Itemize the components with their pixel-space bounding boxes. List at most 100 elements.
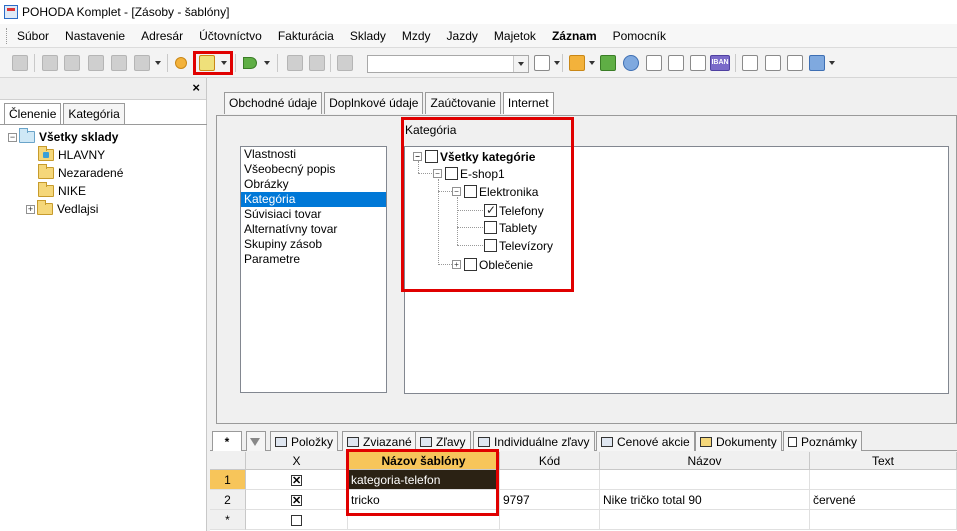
expand-icon[interactable]: + bbox=[26, 204, 35, 214]
tab-poznamky[interactable]: Poznámky bbox=[783, 431, 863, 451]
back-arrow-icon[interactable] bbox=[243, 57, 257, 69]
close-icon[interactable]: × bbox=[192, 80, 200, 95]
column-header-code[interactable]: Kód bbox=[500, 452, 600, 470]
property-vseobecny-popis[interactable]: Všeobecný popis bbox=[241, 162, 386, 177]
tree-item-nezaradene[interactable]: Nezaradené bbox=[8, 164, 123, 182]
filter-icon[interactable] bbox=[534, 55, 550, 71]
filter-tab-icon[interactable] bbox=[246, 431, 266, 451]
copy-record-icon[interactable] bbox=[64, 55, 80, 71]
tab-zauctovanie[interactable]: Zaúčtovanie bbox=[425, 92, 501, 114]
tree-item-label: Vedlajsi bbox=[57, 202, 99, 216]
folder-icon bbox=[38, 146, 54, 161]
cell-name[interactable]: Nike tričko total 90 bbox=[600, 490, 810, 510]
column-header-text[interactable]: Text bbox=[810, 452, 957, 470]
tab-clenenie[interactable]: Členenie bbox=[4, 103, 62, 125]
menu-mzdy[interactable]: Mzdy bbox=[402, 29, 431, 43]
list-icon[interactable] bbox=[742, 55, 758, 71]
menu-jazdy[interactable]: Jazdy bbox=[447, 29, 478, 43]
printer-icon[interactable] bbox=[134, 55, 150, 71]
new-record-icon[interactable] bbox=[175, 57, 187, 69]
row-checkbox-cell[interactable] bbox=[246, 510, 348, 530]
tree-item-hlavny[interactable]: HLAVNY bbox=[8, 146, 123, 164]
menu-adresar[interactable]: Adresár bbox=[141, 29, 183, 43]
euro-icon[interactable] bbox=[623, 55, 639, 71]
folder-icon[interactable] bbox=[569, 55, 585, 71]
tab-dokumenty[interactable]: Dokumenty bbox=[695, 431, 782, 451]
menu-zaznam[interactable]: Záznam bbox=[552, 29, 597, 43]
calendar-icon[interactable] bbox=[646, 55, 662, 71]
save-icon[interactable] bbox=[309, 55, 325, 71]
tree-item-vedlajsi[interactable]: + Vedlajsi bbox=[8, 200, 123, 218]
property-parametre[interactable]: Parametre bbox=[241, 252, 386, 267]
menu-uctovnictvo[interactable]: Účtovníctvo bbox=[199, 29, 262, 43]
tab-obchodne-udaje[interactable]: Obchodné údaje bbox=[224, 92, 323, 114]
menu-fakturacia[interactable]: Fakturácia bbox=[278, 29, 334, 43]
cell-name[interactable] bbox=[600, 470, 810, 490]
row-checkbox-cell[interactable] bbox=[246, 470, 348, 490]
toolbar-combo[interactable] bbox=[367, 55, 529, 73]
menu-pomocnik[interactable]: Pomocník bbox=[613, 29, 666, 43]
grid-icon bbox=[347, 436, 359, 447]
preview-icon[interactable] bbox=[88, 55, 104, 71]
column-header-name[interactable]: Názov bbox=[600, 452, 810, 470]
collapse-icon[interactable]: − bbox=[8, 132, 17, 142]
checkbox[interactable] bbox=[291, 515, 302, 527]
exit-agenda-icon[interactable] bbox=[12, 55, 28, 71]
filter-dropdown-icon[interactable] bbox=[554, 61, 560, 65]
tab-kategoria[interactable]: Kategória bbox=[63, 103, 125, 124]
property-vlastnosti[interactable]: Vlastnosti bbox=[241, 147, 386, 162]
export-icon[interactable] bbox=[111, 55, 127, 71]
tree-item-label: NIKE bbox=[58, 184, 87, 198]
property-kategoria[interactable]: Kategória bbox=[241, 192, 386, 207]
back-dropdown-icon[interactable] bbox=[264, 61, 270, 65]
cell-code[interactable] bbox=[500, 470, 600, 490]
calculator-icon[interactable] bbox=[668, 55, 684, 71]
funnel-icon bbox=[250, 437, 260, 446]
folder-dropdown-icon[interactable] bbox=[589, 61, 595, 65]
document-icon[interactable] bbox=[690, 55, 706, 71]
property-obrazky[interactable]: Obrázky bbox=[241, 177, 386, 192]
tab-new-record[interactable]: * bbox=[212, 431, 242, 451]
cell-name[interactable] bbox=[600, 510, 810, 530]
duplicate-icon[interactable] bbox=[337, 55, 353, 71]
menu-nastavenie[interactable]: Nastavenie bbox=[65, 29, 125, 43]
tab-doplnkove-udaje[interactable]: Doplnkové údaje bbox=[324, 92, 424, 114]
list-alt-icon[interactable] bbox=[765, 55, 781, 71]
column-header-x[interactable]: X bbox=[246, 452, 348, 470]
edit-icon[interactable] bbox=[287, 55, 303, 71]
property-alternativny-tovar[interactable]: Alternatívny tovar bbox=[241, 222, 386, 237]
tab-internet[interactable]: Internet bbox=[502, 92, 554, 114]
new-row-marker[interactable]: * bbox=[210, 510, 246, 530]
property-skupiny-zasob[interactable]: Skupiny zásob bbox=[241, 237, 386, 252]
help-dropdown-icon[interactable] bbox=[829, 61, 835, 65]
cell-text[interactable] bbox=[810, 510, 957, 530]
row-number[interactable]: 2 bbox=[210, 490, 246, 510]
chevron-down-icon[interactable] bbox=[513, 56, 528, 72]
tree-item-root[interactable]: − Všetky sklady bbox=[8, 128, 123, 146]
money-icon[interactable] bbox=[600, 55, 616, 71]
iban-icon[interactable]: IBAN bbox=[710, 55, 730, 71]
tree-item-nike[interactable]: NIKE bbox=[8, 182, 123, 200]
row-checkbox-cell[interactable] bbox=[246, 490, 348, 510]
tab-individualne-zlavy[interactable]: Individuálne zľavy bbox=[473, 431, 595, 451]
printer-dropdown-icon[interactable] bbox=[155, 61, 161, 65]
row-number[interactable]: 1 bbox=[210, 470, 246, 490]
checkbox-checked[interactable] bbox=[291, 491, 302, 509]
tab-zlavy[interactable]: Zľavy bbox=[415, 431, 471, 451]
checkbox-checked[interactable] bbox=[291, 471, 302, 489]
grid-icon bbox=[275, 436, 287, 447]
cell-text[interactable]: červené bbox=[810, 490, 957, 510]
report-icon[interactable] bbox=[787, 55, 803, 71]
tab-polozky[interactable]: Položky bbox=[270, 431, 339, 451]
menu-subor[interactable]: Súbor bbox=[17, 29, 49, 43]
help-icon[interactable] bbox=[809, 55, 825, 71]
print-icon[interactable] bbox=[42, 55, 58, 71]
property-suvisiaci-tovar[interactable]: Súvisiaci tovar bbox=[241, 207, 386, 222]
tab-cenove-akcie[interactable]: Cenové akcie bbox=[596, 431, 695, 451]
cell-text[interactable] bbox=[810, 470, 957, 490]
tab-zviazane[interactable]: Zviazané bbox=[342, 431, 417, 451]
menu-majetok[interactable]: Majetok bbox=[494, 29, 536, 43]
cell-code[interactable] bbox=[500, 510, 600, 530]
menu-sklady[interactable]: Sklady bbox=[350, 29, 386, 43]
cell-code[interactable]: 9797 bbox=[500, 490, 600, 510]
